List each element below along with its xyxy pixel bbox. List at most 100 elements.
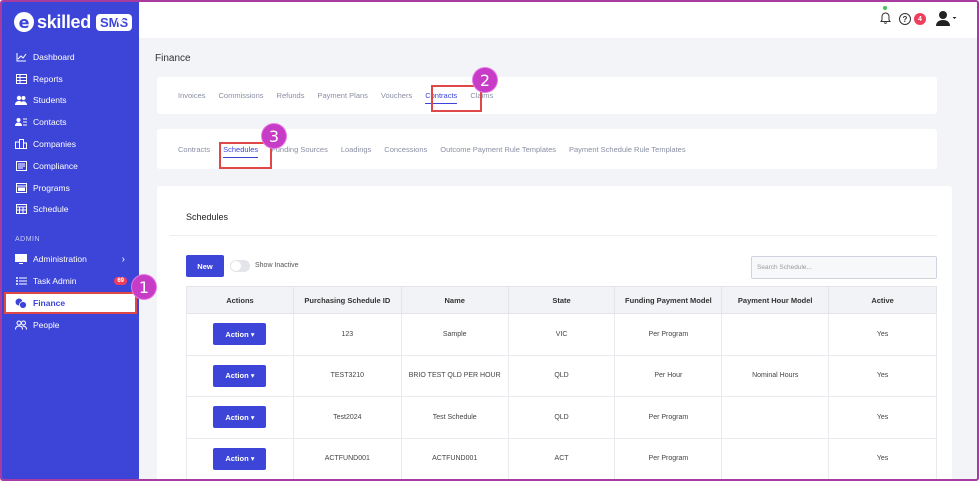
- tab-refunds[interactable]: Refunds: [277, 91, 305, 100]
- col-active[interactable]: Active: [828, 286, 937, 314]
- sidebar-item-schedule[interactable]: Schedule: [2, 199, 139, 221]
- sidebar-item-people[interactable]: People: [2, 314, 139, 336]
- page-title: Finance: [155, 53, 191, 64]
- people-icon: [15, 320, 27, 330]
- schedules-tab-highlight: [219, 142, 272, 169]
- tab-payment-plans[interactable]: Payment Plans: [317, 91, 367, 100]
- divider: [170, 235, 937, 236]
- tab-vouchers[interactable]: Vouchers: [381, 91, 412, 100]
- finance-tabs-card: Invoices Commissions Refunds Payment Pla…: [157, 77, 937, 114]
- logo-mark: e: [14, 12, 34, 32]
- sidebar-item-label: Companies: [33, 139, 76, 150]
- contracts-tab-highlight: [431, 85, 482, 112]
- help-icon[interactable]: ?: [899, 13, 911, 25]
- cell-state: QLD: [507, 396, 616, 439]
- cell-hour-model: [721, 313, 830, 356]
- admin-section-label: ADMIN: [15, 236, 41, 243]
- action-label: Action: [225, 371, 249, 381]
- help-count-badge: 4: [914, 13, 926, 25]
- table-header-row: Actions Purchasing Schedule ID Name Stat…: [186, 286, 937, 314]
- sidebar-item-administration[interactable]: Administration ›: [2, 248, 139, 270]
- contact-card-icon: [15, 117, 27, 127]
- users-icon: [15, 95, 27, 106]
- action-label: Action: [225, 412, 249, 422]
- col-state[interactable]: State: [507, 286, 616, 314]
- action-dropdown-button[interactable]: Action ▾: [213, 323, 267, 346]
- tab-payment-schedule-rule-templates[interactable]: Payment Schedule Rule Templates: [569, 145, 686, 154]
- bell-icon[interactable]: [880, 11, 891, 27]
- col-funding-payment-model[interactable]: Funding Payment Model: [614, 286, 723, 314]
- col-purchasing-schedule-id[interactable]: Purchasing Schedule ID: [292, 286, 402, 314]
- cell-name: ACTFUND001: [400, 437, 509, 479]
- cell-active: Yes: [828, 354, 937, 397]
- tab-loadings[interactable]: Loadings: [341, 145, 371, 154]
- actions-cell: Action ▾: [186, 313, 294, 356]
- sidebar-item-compliance[interactable]: Compliance: [2, 155, 139, 177]
- action-dropdown-button[interactable]: Action ▾: [213, 364, 267, 387]
- sidebar-item-contacts[interactable]: Contacts: [2, 111, 139, 133]
- tab-outcome-payment-rule-templates[interactable]: Outcome Payment Rule Templates: [440, 145, 556, 154]
- sidebar-item-label: Contacts: [33, 117, 67, 128]
- sidebar-item-task-admin[interactable]: Task Admin 69: [2, 270, 139, 292]
- actions-cell: Action ▾: [186, 396, 294, 439]
- list-icon: [15, 276, 27, 286]
- online-indicator: [883, 6, 887, 10]
- finance-tabs: Invoices Commissions Refunds Payment Pla…: [157, 77, 937, 114]
- cell-state: QLD: [507, 354, 616, 397]
- check-list-icon: [15, 160, 27, 171]
- new-button[interactable]: New: [186, 255, 224, 277]
- cell-active: Yes: [828, 396, 937, 439]
- col-payment-hour-model[interactable]: Payment Hour Model: [721, 286, 830, 314]
- schedules-title: Schedules: [186, 212, 229, 222]
- chart-line-icon: [15, 52, 27, 62]
- app-frame: e skilled SMS « Dashboard Reports Studen…: [0, 0, 979, 481]
- show-inactive-label: Show Inactive: [255, 262, 299, 269]
- cell-name: Test Schedule: [400, 396, 509, 439]
- tab-contracts-sub[interactable]: Contracts: [178, 145, 210, 154]
- logo-badge: SMS: [95, 13, 133, 31]
- building-icon: [15, 139, 27, 150]
- cell-id: 123: [292, 313, 402, 356]
- action-dropdown-button[interactable]: Action ▾: [213, 447, 267, 470]
- cell-id: ACTFUND001: [292, 437, 402, 479]
- logo[interactable]: e skilled SMS: [14, 10, 133, 34]
- tab-invoices[interactable]: Invoices: [178, 91, 206, 100]
- sidebar-item-reports[interactable]: Reports: [2, 68, 139, 90]
- show-inactive-toggle[interactable]: [230, 260, 250, 272]
- table-row: Action ▾ 123 Sample VIC Per Program Yes: [186, 313, 937, 356]
- task-count-badge: 69: [114, 277, 127, 285]
- calendar-icon: [15, 204, 27, 215]
- collapse-sidebar-icon[interactable]: «: [116, 11, 124, 27]
- col-actions: Actions: [186, 286, 294, 314]
- sidebar-item-programs[interactable]: Programs: [2, 177, 139, 199]
- sidebar-item-companies[interactable]: Companies: [2, 133, 139, 155]
- sidebar-item-label: Students: [33, 95, 67, 106]
- action-dropdown-button[interactable]: Action ▾: [213, 406, 267, 429]
- sidebar-item-label: Task Admin: [33, 276, 77, 286]
- sidebar-item-finance[interactable]: Finance: [4, 292, 137, 314]
- sidebar-item-dashboard[interactable]: Dashboard: [2, 46, 139, 68]
- cell-hour-model: Nominal Hours: [721, 354, 830, 397]
- col-name[interactable]: Name: [400, 286, 509, 314]
- tab-concessions[interactable]: Concessions: [384, 145, 427, 154]
- table-row: Action ▾ TEST3210 BRIO TEST QLD PER HOUR…: [186, 354, 937, 397]
- sidebar-item-label: Programs: [33, 182, 70, 193]
- cell-id: Test2024: [292, 396, 402, 439]
- sidebar-item-label: Administration: [33, 254, 87, 264]
- cell-state: ACT: [507, 437, 616, 479]
- table-row: Action ▾ ACTFUND001 ACTFUND001 ACT Per P…: [186, 437, 937, 479]
- cell-name: Sample: [400, 313, 509, 356]
- tab-commissions[interactable]: Commissions: [219, 91, 264, 100]
- search-schedule-input[interactable]: [751, 256, 937, 279]
- sidebar-item-label: Finance: [33, 298, 66, 308]
- window-icon: [15, 182, 27, 193]
- main-nav: Dashboard Reports Students Contacts Comp…: [2, 46, 139, 220]
- logo-text: skilled: [37, 11, 91, 32]
- cell-id: TEST3210: [292, 354, 402, 397]
- cell-funding-model: Per Program: [614, 437, 723, 479]
- table-icon: [15, 73, 27, 84]
- user-avatar-icon[interactable]: [935, 10, 957, 29]
- sidebar-item-label: People: [33, 320, 60, 330]
- sidebar-item-students[interactable]: Students: [2, 90, 139, 112]
- cell-hour-model: [721, 396, 830, 439]
